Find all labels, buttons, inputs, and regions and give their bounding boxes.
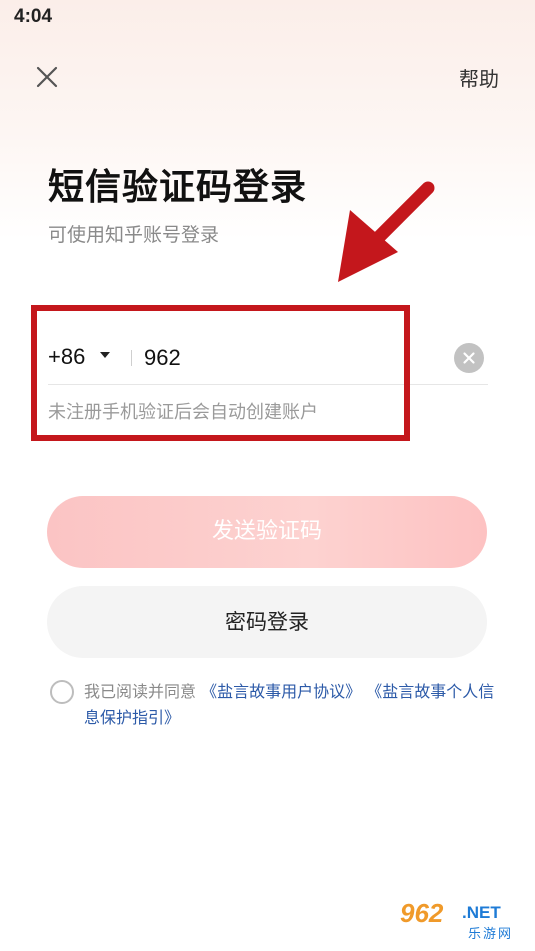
- agreement-checkbox[interactable]: [50, 680, 74, 704]
- user-agreement-link[interactable]: 《盐言故事用户协议》: [201, 682, 361, 701]
- annotation-highlight-box: [31, 305, 410, 441]
- watermark-chinese: 乐游网: [468, 927, 514, 942]
- close-button[interactable]: [30, 60, 64, 94]
- clear-icon: [463, 352, 475, 364]
- close-icon: [36, 66, 58, 88]
- clear-input-button[interactable]: [454, 343, 484, 373]
- page-title: 短信验证码登录: [48, 167, 308, 208]
- status-bar-time: 4:04: [14, 6, 53, 27]
- agreement-text: 我已阅读并同意 《盐言故事用户协议》 《盐言故事个人信息保护指引》: [84, 679, 496, 731]
- watermark-number: 962: [400, 898, 444, 928]
- watermark-domain: .NET: [462, 903, 501, 922]
- watermark-logo: 962 .NET 乐游网: [396, 898, 532, 944]
- page-subtitle: 可使用知乎账号登录: [48, 224, 220, 246]
- help-link[interactable]: 帮助: [459, 63, 499, 92]
- send-code-button[interactable]: 发送验证码: [47, 496, 487, 568]
- password-login-button[interactable]: 密码登录: [47, 586, 487, 658]
- agreement-prefix: 我已阅读并同意: [84, 682, 202, 701]
